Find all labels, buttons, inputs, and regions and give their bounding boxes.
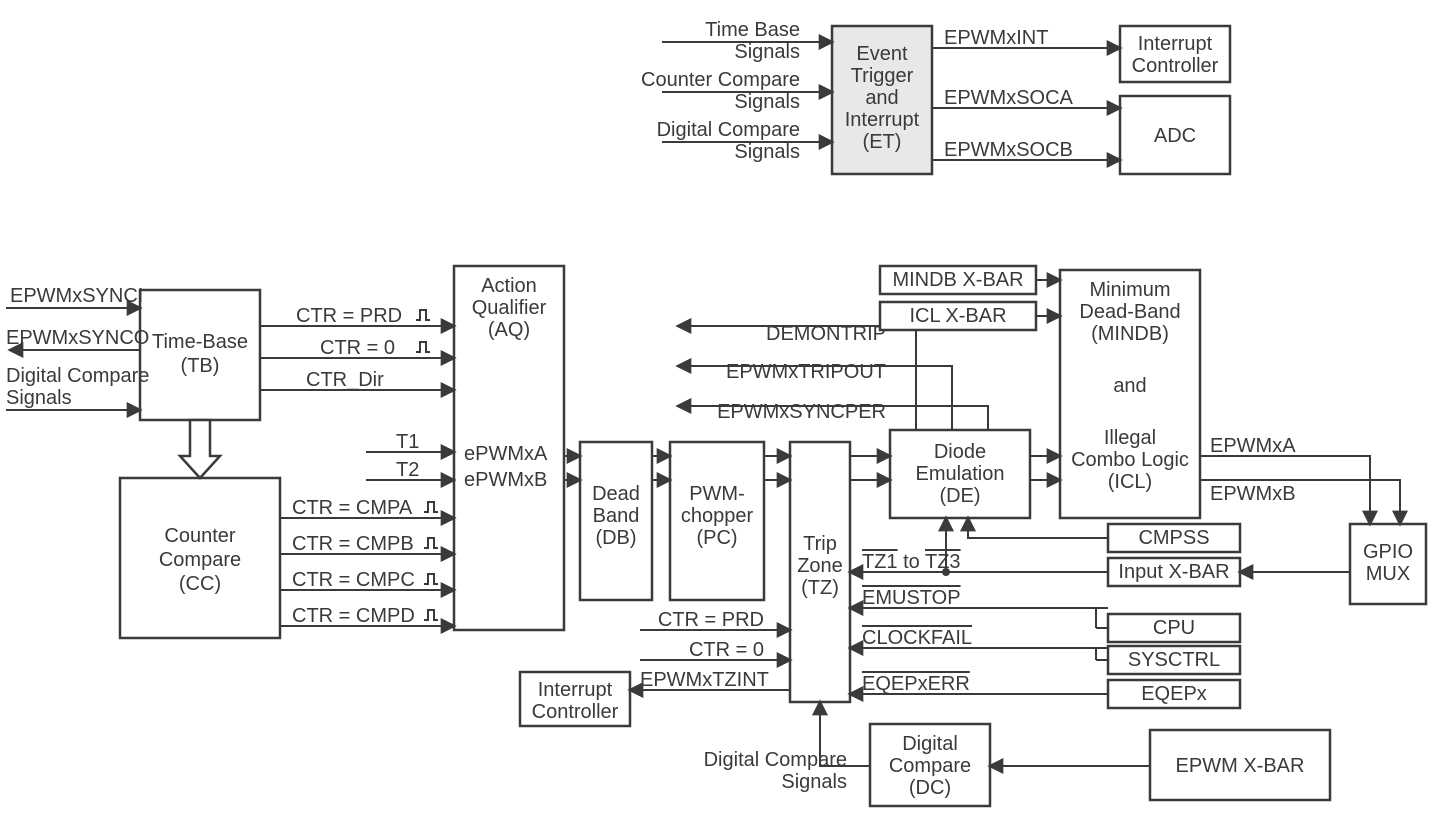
lbl-ctr0: CTR = 0 bbox=[320, 337, 395, 359]
mi-1: Minimum bbox=[1089, 279, 1170, 301]
aq-3: (AQ) bbox=[488, 319, 530, 341]
aq-port-b: ePWMxB bbox=[464, 469, 547, 491]
et-line5: (ET) bbox=[863, 131, 902, 153]
top-in-1b: Signals bbox=[734, 41, 800, 63]
lbl-ctrprd: CTR = PRD bbox=[296, 305, 402, 327]
pc-1: PWM- bbox=[689, 483, 745, 505]
tz-2: Zone bbox=[797, 555, 843, 577]
lbl-demontrip: DEMONTRIP bbox=[766, 323, 886, 345]
lbl-icl-xbar: ICL X-BAR bbox=[909, 305, 1006, 327]
lbl-cmpc: CTR = CMPC bbox=[292, 569, 415, 591]
lbl-epwmxa: EPWMxA bbox=[1210, 435, 1296, 457]
top-in-2a: Counter Compare bbox=[641, 69, 800, 91]
de-1: Diode bbox=[934, 441, 986, 463]
lbl-inputxbar: Input X-BAR bbox=[1118, 561, 1229, 583]
lbl-tz1tz3: TZ1 to TZ3 bbox=[862, 551, 961, 573]
gpio-1: GPIO bbox=[1363, 541, 1413, 563]
pulse-icon bbox=[424, 574, 438, 584]
top-in-2b: Signals bbox=[734, 91, 800, 113]
lbl-tzint: EPWMxTZINT bbox=[640, 669, 769, 691]
lbl-ctrdir: CTR_Dir bbox=[306, 369, 384, 391]
mi-9: (ICL) bbox=[1108, 471, 1152, 493]
lbl-t2: T2 bbox=[396, 459, 419, 481]
dc-1: Digital bbox=[902, 733, 958, 755]
de-3: (DE) bbox=[939, 485, 980, 507]
aq-2: Qualifier bbox=[472, 297, 547, 319]
gpio-2: MUX bbox=[1366, 563, 1410, 585]
intctrl-top-2: Controller bbox=[1132, 55, 1219, 77]
db-1: Dead bbox=[592, 483, 640, 505]
db-2: Band bbox=[593, 505, 640, 527]
lbl-sysctrl: SYSCTRL bbox=[1128, 649, 1220, 671]
lbl-eqeperr: EQEPxERR bbox=[862, 673, 970, 695]
pulse-icon bbox=[424, 538, 438, 548]
lbl-epwmxint: EPWMxINT bbox=[944, 27, 1048, 49]
mi-5: and bbox=[1113, 375, 1146, 397]
de-2: Emulation bbox=[916, 463, 1005, 485]
wire-cmpss-de bbox=[968, 518, 1108, 538]
pulse-icon bbox=[424, 610, 438, 620]
aq-port-a: ePWMxA bbox=[464, 443, 548, 465]
pc-3: (PC) bbox=[696, 527, 737, 549]
lbl-cmpa: CTR = CMPA bbox=[292, 497, 413, 519]
tb-2: (TB) bbox=[181, 355, 220, 377]
et-line1: Event bbox=[856, 43, 908, 65]
top-in-1a: Time Base bbox=[705, 19, 800, 41]
lbl-epwmxsocb: EPWMxSOCB bbox=[944, 139, 1073, 161]
tz-1: Trip bbox=[803, 533, 837, 555]
mi-7: Illegal bbox=[1104, 427, 1156, 449]
mi-2: Dead-Band bbox=[1079, 301, 1180, 323]
pulse-icon bbox=[416, 342, 430, 352]
et-line3: and bbox=[865, 87, 898, 109]
lbl-cmpb: CTR = CMPB bbox=[292, 533, 414, 555]
lbl-epwmxsoca: EPWMxSOCA bbox=[944, 87, 1074, 109]
adc-label: ADC bbox=[1154, 125, 1196, 147]
lbl-mindb-xbar: MINDB X-BAR bbox=[892, 269, 1023, 291]
et-line4: Interrupt bbox=[845, 109, 920, 131]
top-in-3b: Signals bbox=[734, 141, 800, 163]
dc-3: (DC) bbox=[909, 777, 951, 799]
lbl-epwmxbar: EPWM X-BAR bbox=[1176, 755, 1305, 777]
tb-to-cc-arrow bbox=[180, 420, 220, 478]
lbl-epwmxb: EPWMxB bbox=[1210, 483, 1296, 505]
lbl-synci: EPWMxSYNCI bbox=[10, 285, 143, 307]
lbl-cmpd: CTR = CMPD bbox=[292, 605, 415, 627]
mi-3: (MINDB) bbox=[1091, 323, 1169, 345]
tz-3: (TZ) bbox=[801, 577, 839, 599]
lbl-emustop: EMUSTOP bbox=[862, 587, 961, 609]
aq-1: Action bbox=[481, 275, 537, 297]
pulse-icon bbox=[416, 310, 430, 320]
lbl-cmpss: CMPSS bbox=[1138, 527, 1209, 549]
lbl-dcsig-1: Digital Compare bbox=[704, 749, 847, 771]
cc-1: Counter bbox=[164, 525, 235, 547]
lbl-dcsig-2: Signals bbox=[781, 771, 847, 793]
lbl-eqepx: EQEPx bbox=[1141, 683, 1207, 705]
lbl-t1: T1 bbox=[396, 431, 419, 453]
mi-8: Combo Logic bbox=[1071, 449, 1189, 471]
lbl-clockfail: CLOCKFAIL bbox=[862, 627, 972, 649]
intctrl-top-1: Interrupt bbox=[1138, 33, 1213, 55]
lbl-tz-ctrprd: CTR = PRD bbox=[658, 609, 764, 631]
lbl-digcmp-2: Signals bbox=[6, 387, 72, 409]
db-3: (DB) bbox=[595, 527, 636, 549]
tb-1: Time-Base bbox=[152, 331, 248, 353]
pc-2: chopper bbox=[681, 505, 754, 527]
lbl-tz-ctr0: CTR = 0 bbox=[689, 639, 764, 661]
dc-2: Compare bbox=[889, 755, 971, 777]
lbl-cpu: CPU bbox=[1153, 617, 1195, 639]
et-line2: Trigger bbox=[851, 65, 914, 87]
lbl-synco: EPWMxSYNCO bbox=[6, 327, 149, 349]
lbl-digcmp-1: Digital Compare bbox=[6, 365, 149, 387]
top-in-3a: Digital Compare bbox=[657, 119, 800, 141]
cc-3: (CC) bbox=[179, 573, 221, 595]
lbl-syncper: EPWMxSYNCPER bbox=[717, 401, 886, 423]
intctrl-b-1: Interrupt bbox=[538, 679, 613, 701]
cc-2: Compare bbox=[159, 549, 241, 571]
pulse-icon bbox=[424, 502, 438, 512]
intctrl-b-2: Controller bbox=[532, 701, 619, 723]
lbl-tripout: EPWMxTRIPOUT bbox=[726, 361, 886, 383]
